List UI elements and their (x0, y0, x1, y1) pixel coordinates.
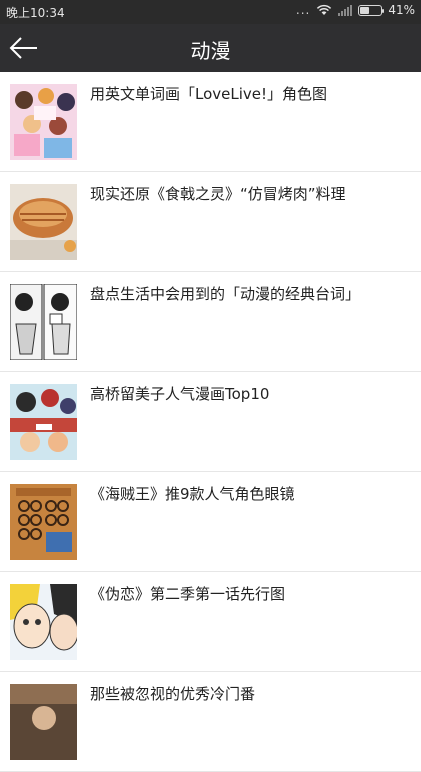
article-item[interactable]: 高桥留美子人气漫画Top10 (0, 372, 421, 472)
article-title: 那些被忽视的优秀冷门番 (90, 685, 256, 703)
article-thumbnail (10, 184, 77, 260)
article-thumbnail (10, 284, 77, 360)
article-thumbnail (10, 484, 77, 560)
status-icons: ... 41% (296, 3, 415, 17)
article-thumbnail (10, 84, 77, 160)
article-item[interactable]: 《伪恋》第二季第一话先行图 (0, 572, 421, 672)
article-title: 用英文单词画「LoveLive!」角色图 (90, 85, 328, 103)
article-list: 用英文单词画「LoveLive!」角色图 现实还原《食戟之灵》“仿冒烤肉”料理 (0, 72, 421, 772)
article-item[interactable]: 盘点生活中会用到的「动漫的经典台词」 (0, 272, 421, 372)
article-thumbnail (10, 684, 77, 760)
article-item[interactable]: 现实还原《食戟之灵》“仿冒烤肉”料理 (0, 172, 421, 272)
article-title: 《海贼王》推9款人气角色眼镜 (90, 485, 295, 503)
title-bar: 动漫 (0, 24, 421, 72)
article-title: 盘点生活中会用到的「动漫的经典台词」 (90, 285, 361, 303)
battery-percent: 41% (388, 3, 415, 17)
article-thumbnail (10, 384, 77, 460)
status-bar: 晚上10:34 ... 41% (0, 0, 421, 24)
battery-icon (358, 4, 385, 16)
wifi-icon (317, 4, 332, 15)
battery-fill (360, 6, 369, 14)
article-item[interactable]: 用英文单词画「LoveLive!」角色图 (0, 72, 421, 172)
article-title: 高桥留美子人气漫画Top10 (90, 385, 270, 403)
article-thumbnail (10, 584, 77, 660)
article-title: 《伪恋》第二季第一话先行图 (90, 585, 286, 603)
page-title: 动漫 (190, 39, 231, 63)
article-title: 现实还原《食戟之灵》“仿冒烤肉”料理 (90, 185, 346, 203)
article-item[interactable]: 那些被忽视的优秀冷门番 (0, 672, 421, 772)
status-time: 晚上10:34 (6, 6, 65, 20)
article-item[interactable]: 《海贼王》推9款人气角色眼镜 (0, 472, 421, 572)
signal-icon (338, 4, 353, 16)
overflow-dots-icon: ... (295, 3, 311, 17)
